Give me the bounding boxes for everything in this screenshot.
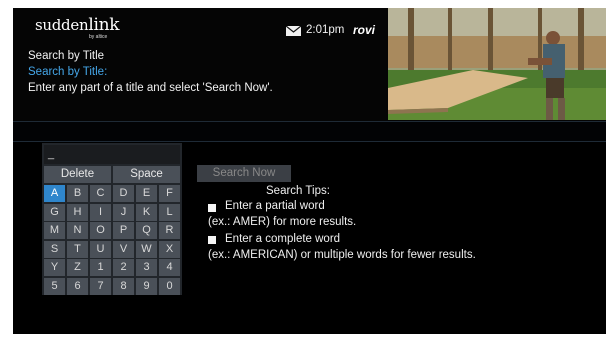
on-screen-keyboard: _ Delete Space ABCDEF GHIJKL MNOPQR STUVWX Y… xyxy=(42,143,182,295)
key-h[interactable]: H xyxy=(67,203,88,221)
bullet-square-icon xyxy=(208,236,216,244)
tip-partial-word: Enter a partial word xyxy=(225,200,325,212)
key-p[interactable]: P xyxy=(113,222,134,239)
key-r[interactable]: R xyxy=(159,222,180,239)
key-6[interactable]: 6 xyxy=(67,277,88,295)
key-a[interactable]: A xyxy=(44,185,65,202)
search-now-button[interactable]: Search Now xyxy=(197,165,291,182)
key-b[interactable]: B xyxy=(67,185,88,202)
search-tips-title: Search Tips: xyxy=(266,185,330,197)
key-4[interactable]: 4 xyxy=(159,259,180,276)
key-d[interactable]: D xyxy=(113,185,134,202)
key-c[interactable]: C xyxy=(90,185,111,202)
key-w[interactable]: W xyxy=(136,240,157,258)
key-1[interactable]: 1 xyxy=(90,259,111,276)
key-f[interactable]: F xyxy=(159,185,180,202)
key-y[interactable]: Y xyxy=(44,259,65,276)
key-i[interactable]: I xyxy=(90,203,111,221)
tv-screen: suddenlink by altice Search by Title Sea… xyxy=(13,8,606,334)
header: suddenlink by altice Search by Title Sea… xyxy=(13,8,606,121)
key-e[interactable]: E xyxy=(136,185,157,202)
tip-partial-example: (ex.: AMER) for more results. xyxy=(208,216,357,228)
key-k[interactable]: K xyxy=(136,203,157,221)
key-u[interactable]: U xyxy=(90,240,111,258)
search-label: Search by Title: xyxy=(28,66,108,78)
live-tv-preview xyxy=(388,8,606,120)
bullet-square-icon xyxy=(208,204,216,212)
key-l[interactable]: L xyxy=(159,203,180,221)
key-8[interactable]: 8 xyxy=(113,277,134,295)
tip-complete-example: (ex.: AMERICAN) or multiple words for fe… xyxy=(208,249,476,261)
space-button[interactable]: Space xyxy=(113,166,180,183)
search-input[interactable]: _ xyxy=(44,145,180,164)
key-9[interactable]: 9 xyxy=(136,277,157,295)
key-o[interactable]: O xyxy=(90,222,111,239)
key-v[interactable]: V xyxy=(113,240,134,258)
delete-button[interactable]: Delete xyxy=(44,166,111,183)
info-strip xyxy=(13,122,606,141)
key-3[interactable]: 3 xyxy=(136,259,157,276)
key-n[interactable]: N xyxy=(67,222,88,239)
clock: 2:01pm xyxy=(306,24,345,36)
key-x[interactable]: X xyxy=(159,240,180,258)
page-title: Search by Title xyxy=(28,50,105,62)
instruction-text: Enter any part of a title and select 'Se… xyxy=(28,82,273,94)
key-7[interactable]: 7 xyxy=(90,277,111,295)
envelope-icon xyxy=(286,26,301,36)
key-0[interactable]: 0 xyxy=(159,277,180,295)
rovi-logo: rovi xyxy=(353,23,376,37)
key-s[interactable]: S xyxy=(44,240,65,258)
key-z[interactable]: Z xyxy=(67,259,88,276)
key-g[interactable]: G xyxy=(44,203,65,221)
key-5[interactable]: 5 xyxy=(44,277,65,295)
key-2[interactable]: 2 xyxy=(113,259,134,276)
key-t[interactable]: T xyxy=(67,240,88,258)
key-j[interactable]: J xyxy=(113,203,134,221)
key-q[interactable]: Q xyxy=(136,222,157,239)
suddenlink-logo: suddenlink by altice xyxy=(35,15,120,40)
tip-complete-word: Enter a complete word xyxy=(225,233,341,245)
key-m[interactable]: M xyxy=(44,222,65,239)
content-divider xyxy=(13,141,606,142)
